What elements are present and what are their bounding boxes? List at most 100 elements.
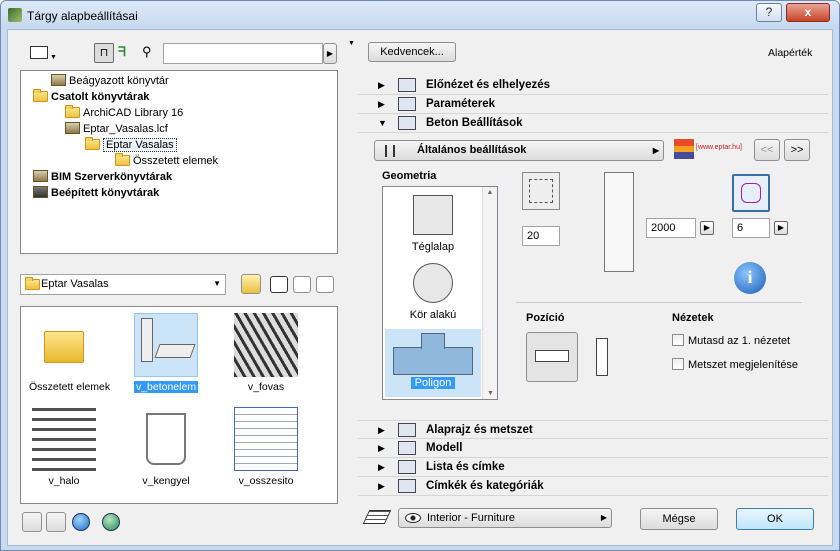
title-bar[interactable]: Tárgy alapbeállításai ? x [1,1,839,29]
shape-list-scrollbar[interactable]: ▲ ▼ [482,187,497,399]
folder-select-value: Eptar Vasalas [41,278,109,290]
next-page-button[interactable]: >> [784,139,810,161]
globe-icon[interactable] [72,513,90,531]
chevron-right-icon: ▶ [652,146,659,155]
shape-rectangle[interactable]: Téglalap [385,189,481,257]
general-settings-select[interactable]: Általános beállítások ▶ [374,140,664,161]
geometry-label: Geometria [382,170,437,182]
chevron-right-icon: ▶ [600,513,607,522]
section-model[interactable]: ▶ Modell [358,439,828,458]
scroll-up-icon[interactable]: ▲ [483,189,497,196]
section-list-label[interactable]: ▶ Lista és címke [358,458,828,477]
small-icons-view-button[interactable] [293,276,311,293]
tree-item-linked[interactable]: Csatolt könyvtárak [33,89,149,105]
sides-input[interactable]: 6 [732,218,770,238]
tree-view-button[interactable]: ⊓ [94,43,114,63]
cancel-button[interactable]: Mégse [640,508,718,530]
position-vertical-icon[interactable] [596,338,608,376]
height-arrow-button[interactable]: ▶ [700,221,714,235]
tree-item-bim[interactable]: BIM Szerverkönyvtárak [33,169,172,185]
thumb-osszesito[interactable]: v_osszesito [231,407,301,487]
green-chair-icon[interactable]: ᖷ [118,44,132,62]
expand-arrow-icon: ▶ [378,425,385,435]
scroll-down-icon[interactable]: ▼ [483,390,498,397]
collapse-arrow-icon: ▼ [378,118,387,128]
views-label: Nézetek [672,312,714,324]
prev-page-button[interactable]: << [754,139,780,161]
close-button[interactable]: x [786,3,830,22]
tree-item-label: Csatolt könyvtárak [51,91,150,103]
show-first-view-checkbox[interactable]: Mutasd az 1. nézetet [672,334,790,347]
search-icon[interactable]: ⚲ [142,44,152,60]
expand-arrow-icon: ▶ [378,462,385,472]
thumb-kengyel[interactable]: v_kengyel [131,407,201,487]
checkbox-box [672,334,684,346]
thumb-fovas[interactable]: v_fovas [231,313,301,393]
divider [516,302,802,303]
dialog-client: ▼ ⊓ ᖷ ⚲ ▶ Beágyazott könyvtár Csatolt kö… [7,29,833,546]
search-arrow-button[interactable]: ▶ [323,43,337,64]
tree-item-builtin[interactable]: Beépített könyvtárak [33,185,159,201]
sides-arrow-button[interactable]: ▶ [774,221,788,235]
tree-item-eptar[interactable]: Eptar Vasalas [85,137,177,153]
tree-item-embedded[interactable]: Beágyazott könyvtár [51,73,169,89]
model-icon [398,441,416,455]
polygon-sides-icon[interactable] [732,174,770,212]
tree-item-archicad[interactable]: ArchiCAD Library 16 [65,105,183,121]
logo-text: [www.eptar.hu] [696,144,742,151]
collapse-arrow-icon[interactable]: ▼ [348,40,355,47]
help-button[interactable]: ? [756,3,782,22]
add-library-button[interactable] [46,512,66,532]
library-manager-button[interactable] [22,512,42,532]
section-concrete[interactable]: ▼ Beton Beállítások [358,114,828,133]
defaults-label: Alapérték [768,47,813,59]
kengyel-preview [134,407,198,471]
dropdown-small-icon[interactable]: ▼ [50,54,57,61]
window-title: Tárgy alapbeállításai [27,9,138,23]
shape-circle[interactable]: Kör alakú [385,259,481,327]
ok-button[interactable]: OK [736,508,814,530]
folder-up-button[interactable] [241,274,261,294]
dialog-window: Tárgy alapbeállításai ? x ▼ ⊓ ᖷ ⚲ ▶ Beág… [0,0,840,551]
list-view-button[interactable] [316,276,334,293]
position-label: Pozíció [526,312,565,324]
layer-select-value: Interior - Furniture [427,512,516,524]
tree-item-composite[interactable]: Összetett elemek [115,153,218,169]
tree-item-label: Beépített könyvtárak [51,187,160,199]
view-mode-icon[interactable] [30,46,48,59]
thumb-composite[interactable]: Összetett elemek [29,313,111,393]
folder-icon [25,277,40,290]
folder-select[interactable]: Eptar Vasalas ▼ [20,274,226,295]
height-input[interactable]: 2000 [646,218,696,238]
layer-select[interactable]: Interior - Furniture ▶ [398,508,612,528]
tree-item-label: Beágyazott könyvtár [69,75,169,87]
column-diagram [604,172,634,272]
thumb-label: v_kengyel [142,475,190,487]
position-horizontal-button[interactable] [526,332,578,382]
builtin-library-icon [33,186,48,198]
tree-item-lcf[interactable]: Eptar_Vasalas.lcf [65,121,168,137]
web-upload-icon[interactable] [102,513,120,531]
shape-polygon[interactable]: Poligon [385,329,481,397]
section-tags[interactable]: ▶ Címkék és kategóriák [358,477,828,496]
section-label: Lista és címke [426,461,505,473]
general-settings-label: Általános beállítások [417,144,527,156]
tree-item-label: Eptar Vasalas [103,138,177,152]
info-icon[interactable]: i [734,262,766,294]
section-label: Címkék és kategóriák [426,480,544,492]
section-label: Modell [426,442,463,454]
show-section-checkbox[interactable]: Metszet megjelenítése [672,358,798,371]
thumb-label: Összetett elemek [29,381,111,393]
search-input[interactable] [163,43,323,64]
favorites-button[interactable]: Kedvencek... [368,42,456,62]
settings-list-icon [385,145,395,157]
large-icons-view-button[interactable] [270,276,288,293]
checkbox-box [672,358,684,370]
thumb-halo[interactable]: v_halo [29,407,99,487]
rectangle-shape-icon [413,195,453,235]
cover-input[interactable]: 20 [522,226,560,246]
section-plan[interactable]: ▶ Alaprajz és metszet [358,420,828,439]
section-preview[interactable]: ▶ Előnézet és elhelyezés [358,76,828,95]
section-parameters[interactable]: ▶ Paraméterek [358,95,828,114]
thumb-betonelem[interactable]: v_betonelem [131,313,201,393]
